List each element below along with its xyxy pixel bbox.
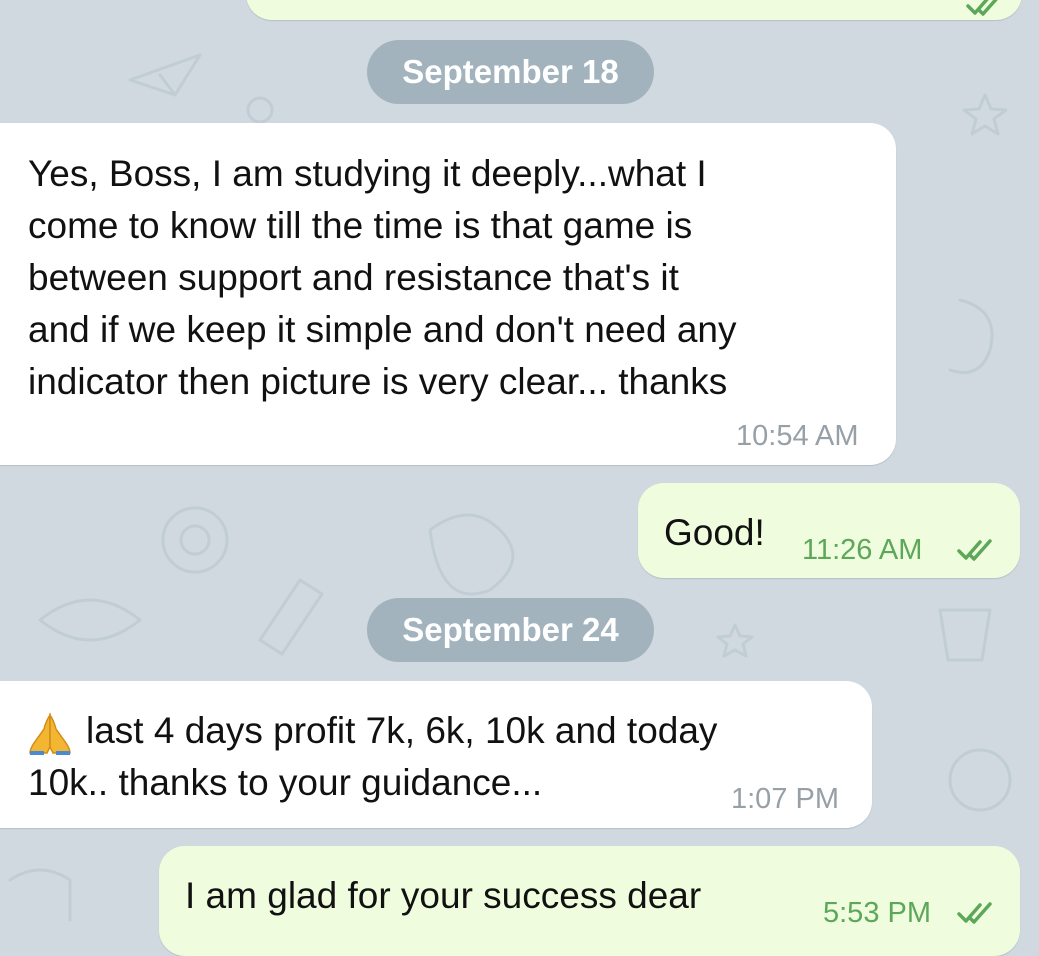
paper-plane-doodle — [128, 53, 202, 97]
double-check-icon — [957, 539, 992, 561]
outgoing-message-bubble[interactable]: I am glad for your success dear 5:53 PM — [159, 846, 1020, 956]
bottle-doodle — [258, 578, 324, 656]
message-time: 1:07 PM — [731, 783, 839, 815]
date-separator-september-24: September 24 — [367, 598, 654, 662]
swirl-doodle — [948, 298, 994, 374]
message-time: 11:26 AM — [802, 534, 923, 566]
incoming-message-bubble[interactable]: last 4 days profit 7k, 6k, 10k and today… — [0, 681, 872, 828]
message-time: 5:53 PM — [823, 897, 931, 929]
egg-doodle — [161, 506, 229, 574]
guitar-doodle — [428, 513, 515, 596]
date-separator-september-18: September 18 — [367, 40, 654, 104]
message-text: Good! — [664, 512, 765, 553]
message-text: I am glad for your success dear — [185, 875, 702, 916]
fish-doodle — [38, 598, 142, 642]
ring-doodle — [246, 96, 274, 124]
double-check-icon — [957, 902, 992, 924]
outgoing-message-bubble[interactable]: Good! 11:26 AM — [638, 483, 1020, 578]
incoming-message-bubble[interactable]: Yes, Boss, I am studying it deeply...wha… — [0, 123, 896, 465]
scroll-doodle — [8, 868, 72, 922]
message-time: 10:54 AM — [736, 420, 859, 452]
previous-outgoing-message[interactable] — [246, 0, 1022, 20]
star-doodle — [962, 93, 1008, 136]
star-doodle-2 — [716, 623, 754, 658]
double-check-icon — [966, 0, 998, 16]
message-text: Yes, Boss, I am studying it deeply...wha… — [28, 153, 737, 402]
cup-doodle — [938, 608, 992, 662]
wheel-doodle — [948, 748, 1012, 812]
